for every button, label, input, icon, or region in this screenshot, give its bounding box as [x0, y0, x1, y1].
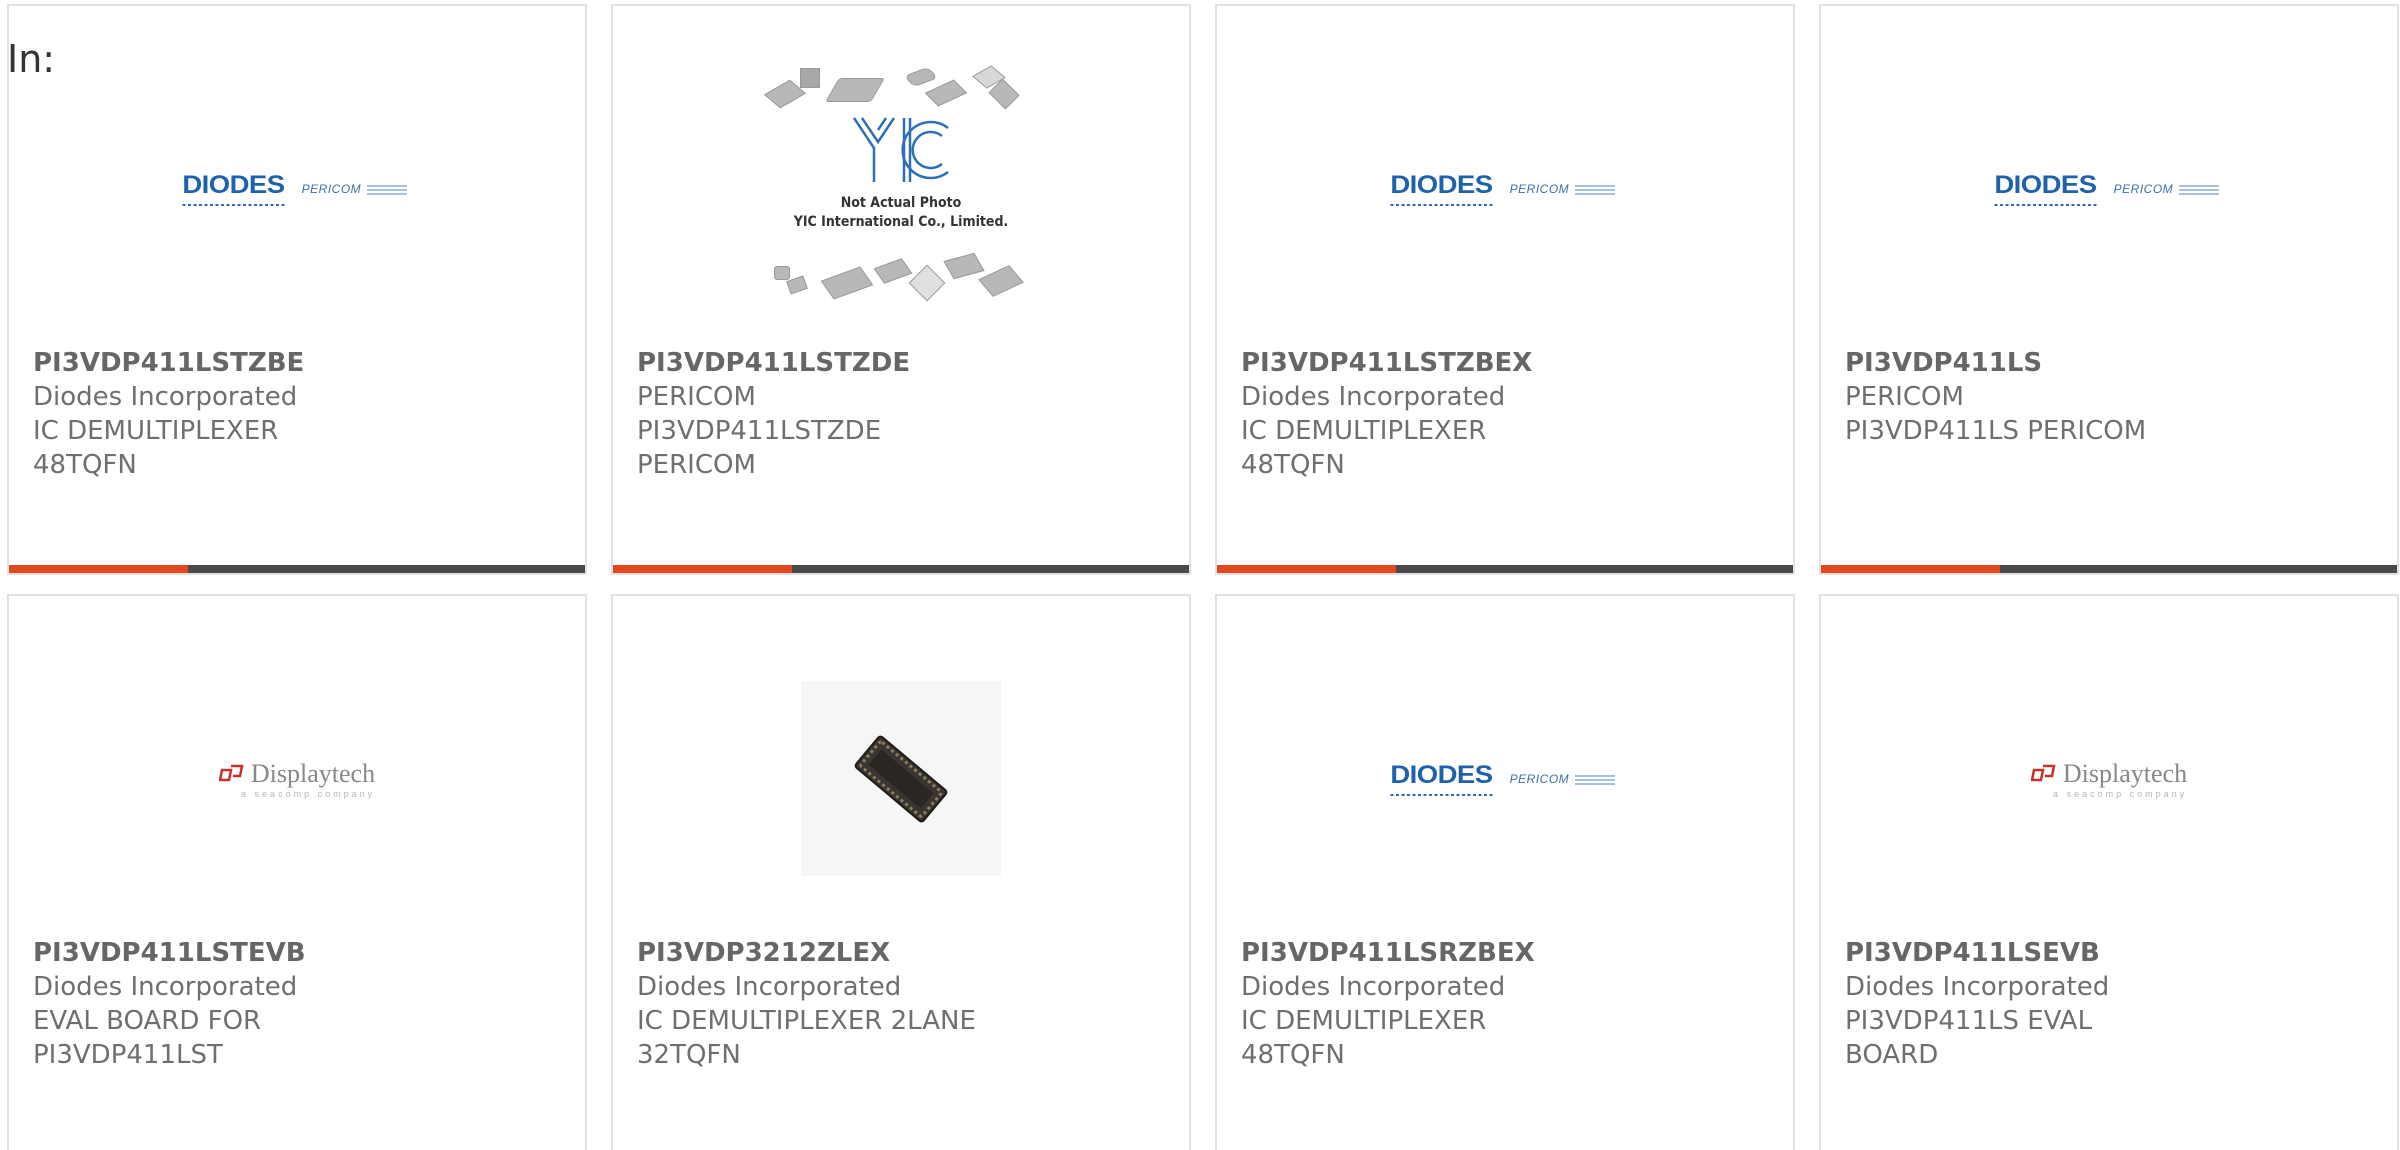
manufacturer: PERICOM: [637, 382, 756, 412]
part-number[interactable]: PI3VDP3212ZLEX: [637, 936, 1169, 970]
description: PI3VDP411LSTZDE PERICOM: [637, 416, 882, 480]
manufacturer: Diodes Incorporated: [637, 972, 902, 1002]
description: PI3VDP411LS EVAL BOARD: [1845, 1006, 2093, 1070]
part-number[interactable]: PI3VDP411LSTZBE: [33, 346, 565, 380]
diodes-pericom-logo: DIODES PERICOM: [182, 171, 408, 206]
yic-placeholder-image: Not Actual Photo YIC International Co., …: [763, 65, 1036, 311]
product-card[interactable]: DIODES PERICOM PI3VDP411LSRZBEX Diodes I…: [1215, 594, 1795, 1150]
manufacturer: Diodes Incorporated: [33, 972, 298, 1002]
product-card[interactable]: Displaytech a seacomp company PI3VDP411L…: [7, 594, 587, 1150]
chip-package-icon: [854, 735, 948, 822]
displaytech-logo: Displaytech a seacomp company: [2030, 758, 2188, 799]
diodes-logo-text: DIODES: [1390, 171, 1493, 206]
displaytech-mark-icon: [2030, 764, 2056, 781]
yic-logo-icon: [852, 117, 949, 182]
manufacturer: PERICOM: [1845, 382, 1964, 412]
product-image: DIODES PERICOM: [1821, 46, 2397, 331]
part-number[interactable]: PI3VDP411LSRZBEX: [1241, 936, 1773, 970]
product-grid-page: In: DIODES PERICOM PI3VDP411LSTZBE Diode…: [0, 0, 2400, 1150]
product-image: DIODES PERICOM: [1217, 636, 1793, 921]
tqfn-chip-photo: [801, 681, 1001, 876]
pericom-logo-text: PERICOM: [2113, 181, 2174, 196]
yic-caption-line1: Not Actual Photo: [840, 195, 962, 211]
product-card[interactable]: DIODES PERICOM PI3VDP411LSTZBE Diodes In…: [7, 4, 587, 575]
pericom-logo-text: PERICOM: [301, 181, 362, 196]
description: IC DEMULTIPLEXER 2LANE 32TQFN: [637, 1006, 976, 1070]
manufacturer: Diodes Incorporated: [1845, 972, 2110, 1002]
diodes-logo-text: DIODES: [1994, 171, 2097, 206]
card-progress-bar: [1821, 565, 2397, 573]
progress-accent: [1821, 565, 2000, 573]
filter-label: In:: [7, 37, 56, 81]
description: IC DEMULTIPLEXER 48TQFN: [33, 416, 279, 480]
product-image: DIODES PERICOM: [1217, 46, 1793, 331]
part-number[interactable]: PI3VDP411LSEVB: [1845, 936, 2377, 970]
diodes-logo-text: DIODES: [1390, 761, 1493, 796]
displaytech-tagline: a seacomp company: [2053, 788, 2188, 799]
manufacturer: Diodes Incorporated: [1241, 382, 1506, 412]
card-progress-bar: [9, 565, 585, 573]
displaytech-logo-text: Displaytech: [250, 758, 376, 788]
part-number[interactable]: PI3VDP411LS: [1845, 346, 2377, 380]
card-progress-bar: [613, 565, 1189, 573]
displaytech-tagline: a seacomp company: [241, 788, 376, 799]
product-card[interactable]: DIODES PERICOM PI3VDP411LS PERICOM PI3VD…: [1819, 4, 2399, 575]
product-image: [613, 636, 1189, 921]
part-number[interactable]: PI3VDP411LSTZDE: [637, 346, 1169, 380]
progress-accent: [613, 565, 792, 573]
product-image: Displaytech a seacomp company: [9, 636, 585, 921]
diodes-pericom-logo: DIODES PERICOM: [1390, 761, 1616, 796]
pericom-logo-text: PERICOM: [1509, 181, 1570, 196]
yic-caption-line2: YIC International Co., Limited.: [793, 214, 1009, 230]
card-progress-bar: [1217, 565, 1793, 573]
product-card[interactable]: Displaytech a seacomp company PI3VDP411L…: [1819, 594, 2399, 1150]
description: IC DEMULTIPLEXER 48TQFN: [1241, 1006, 1487, 1070]
product-card[interactable]: DIODES PERICOM PI3VDP411LSTZBEX Diodes I…: [1215, 4, 1795, 575]
progress-accent: [9, 565, 188, 573]
manufacturer: Diodes Incorporated: [1241, 972, 1506, 1002]
product-image: DIODES PERICOM: [9, 46, 585, 331]
displaytech-logo-text: Displaytech: [2062, 758, 2188, 788]
part-number[interactable]: PI3VDP411LSTEVB: [33, 936, 565, 970]
diodes-pericom-logo: DIODES PERICOM: [1994, 171, 2220, 206]
manufacturer: Diodes Incorporated: [33, 382, 298, 412]
product-image: Displaytech a seacomp company: [1821, 636, 2397, 921]
description: PI3VDP411LS PERICOM: [1845, 416, 2147, 446]
product-image: Not Actual Photo YIC International Co., …: [613, 46, 1189, 331]
description: IC DEMULTIPLEXER 48TQFN: [1241, 416, 1487, 480]
displaytech-logo: Displaytech a seacomp company: [218, 758, 376, 799]
product-card[interactable]: PI3VDP3212ZLEX Diodes Incorporated IC DE…: [611, 594, 1191, 1150]
product-card[interactable]: Not Actual Photo YIC International Co., …: [611, 4, 1191, 575]
diodes-pericom-logo: DIODES PERICOM: [1390, 171, 1616, 206]
part-number[interactable]: PI3VDP411LSTZBEX: [1241, 346, 1773, 380]
progress-accent: [1217, 565, 1396, 573]
description: EVAL BOARD FOR PI3VDP411LST: [33, 1006, 262, 1070]
displaytech-mark-icon: [218, 764, 244, 781]
pericom-logo-text: PERICOM: [1509, 771, 1570, 786]
diodes-logo-text: DIODES: [182, 171, 285, 206]
